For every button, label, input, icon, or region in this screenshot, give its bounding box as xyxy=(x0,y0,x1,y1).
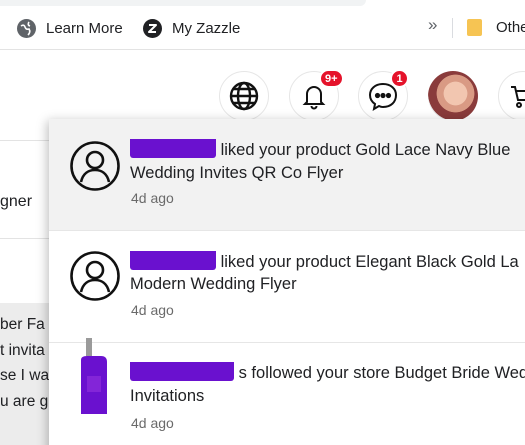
bookmarks-divider xyxy=(452,18,453,38)
notification-line2: Invitations xyxy=(130,387,205,405)
notification-time: 4d ago xyxy=(131,302,174,318)
notifications-dropdown: liked your product Gold Lace Navy Blue W… xyxy=(49,119,525,445)
card-line: se I wa xyxy=(0,367,50,384)
card-line: u are g xyxy=(0,393,49,410)
language-globe-button[interactable] xyxy=(219,71,269,121)
bookmark-my-zazzle[interactable]: My Zazzle xyxy=(143,17,240,39)
notification-line2: Wedding Invites QR Co Flyer xyxy=(130,164,344,182)
cart-button[interactable] xyxy=(498,71,525,121)
cart-icon xyxy=(511,86,525,108)
card-line: ber Fa xyxy=(0,316,45,333)
other-bookmarks-label[interactable]: Othe xyxy=(496,19,525,36)
notification-text: liked your product Elegant Black Gold La xyxy=(130,251,525,274)
zazzle-logo-icon xyxy=(143,18,162,38)
address-bar-edge xyxy=(0,0,366,6)
notification-text: s followed your store Budget Bride Wed xyxy=(130,362,525,385)
redacted-username xyxy=(130,139,216,158)
folder-icon[interactable] xyxy=(467,19,482,36)
notification-count-badge: 9+ xyxy=(319,69,344,88)
notification-item[interactable]: liked your product Gold Lace Navy Blue W… xyxy=(49,119,525,230)
redacted-username xyxy=(130,251,216,270)
notification-line1: liked your product Gold Lace Navy Blue xyxy=(220,141,511,159)
notification-item[interactable]: s followed your store Budget Bride Wed I… xyxy=(49,338,525,445)
user-icon xyxy=(70,251,120,301)
user-icon xyxy=(70,141,120,191)
notification-time: 4d ago xyxy=(131,415,174,431)
bookmarks-bar: Learn More My Zazzle » Othe xyxy=(0,0,525,50)
notification-line1: liked your product Elegant Black Gold La xyxy=(220,253,519,271)
notification-line2: Modern Wedding Flyer xyxy=(130,275,297,293)
bookmark-label: My Zazzle xyxy=(172,19,241,37)
avatar[interactable] xyxy=(428,71,478,121)
bookmark-label: Learn More xyxy=(46,19,123,37)
notification-time: 4d ago xyxy=(131,190,174,206)
notification-line1: s followed your store Budget Bride Wed xyxy=(238,364,525,382)
notification-text: liked your product Gold Lace Navy Blue xyxy=(130,139,525,162)
bookmarks-overflow-button[interactable]: » xyxy=(428,15,437,35)
card-line: t invita xyxy=(0,342,45,359)
redacted-username xyxy=(130,362,234,381)
sidebar-text: gner xyxy=(0,193,33,210)
product-thumbnail xyxy=(81,338,107,414)
globe-icon xyxy=(229,81,259,111)
globe-icon xyxy=(17,18,36,38)
bookmark-learn-more[interactable]: Learn More xyxy=(17,17,123,39)
notification-item[interactable]: liked your product Elegant Black Gold La… xyxy=(49,230,525,342)
message-count-badge: 1 xyxy=(390,69,409,88)
